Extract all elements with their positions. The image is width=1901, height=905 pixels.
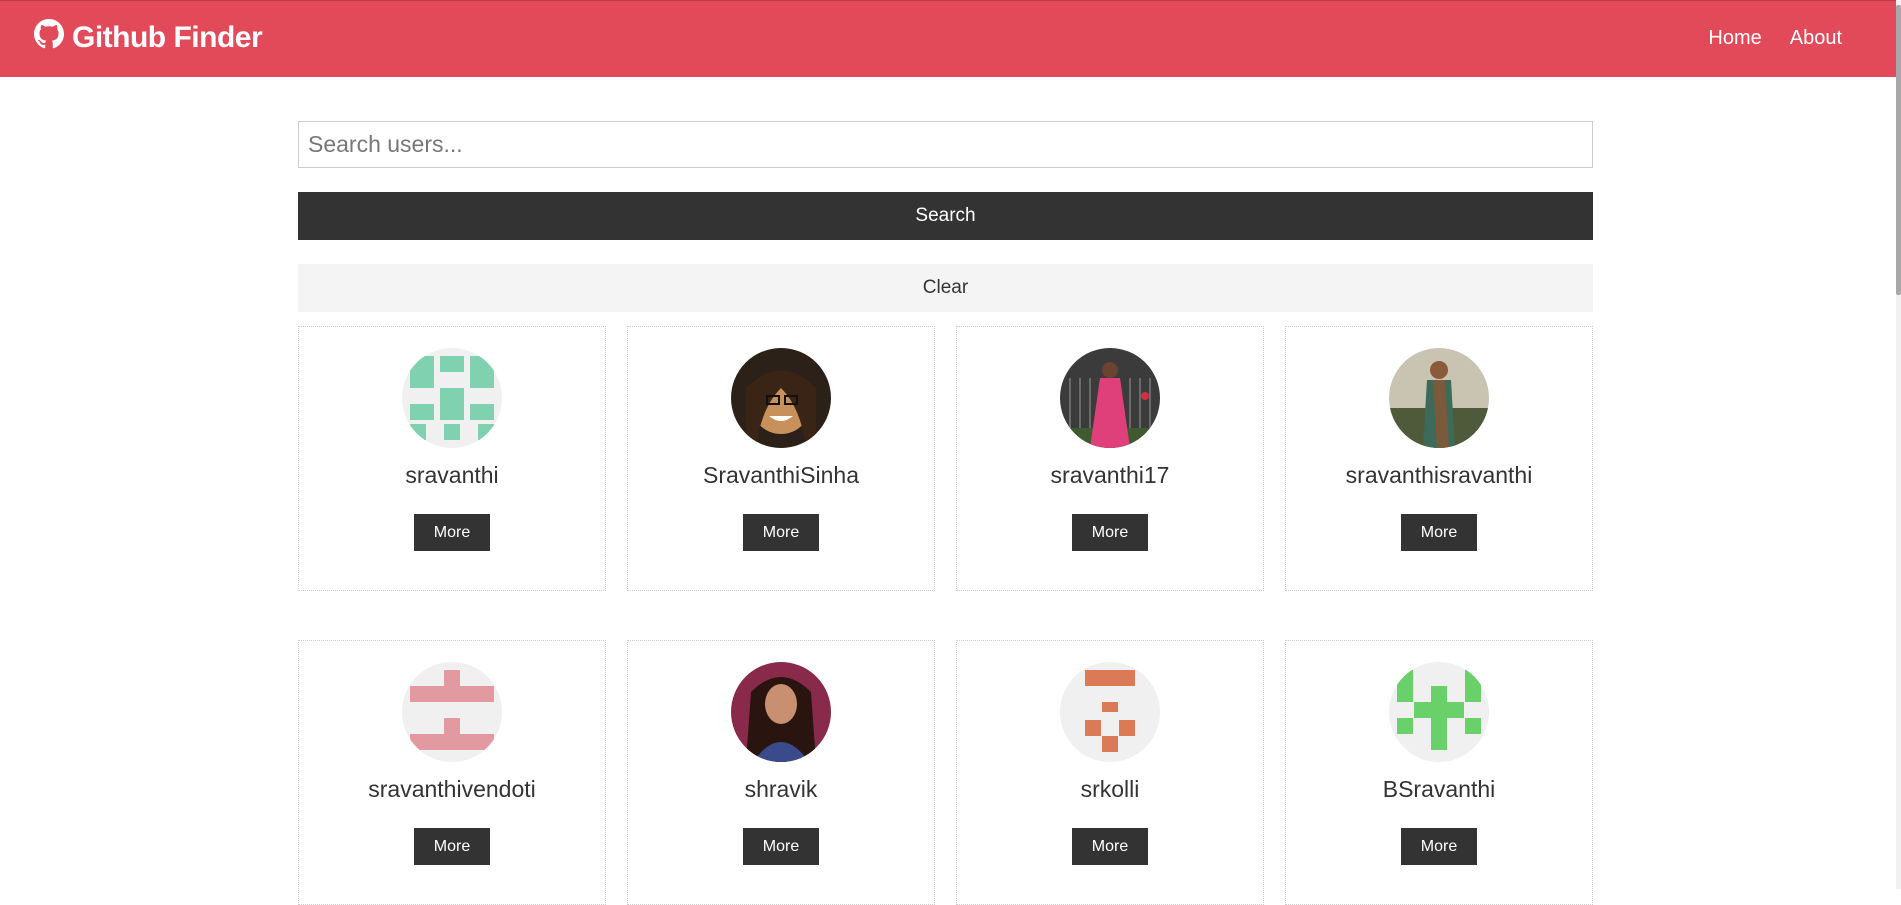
github-icon bbox=[34, 19, 72, 57]
more-button[interactable]: More bbox=[1071, 828, 1149, 865]
user-avatar bbox=[402, 348, 502, 448]
username: srkolli bbox=[1080, 776, 1140, 802]
search-input[interactable] bbox=[298, 121, 1593, 168]
user-card: sravanthi17 More bbox=[956, 326, 1264, 591]
more-button[interactable]: More bbox=[742, 514, 820, 551]
more-button[interactable]: More bbox=[1071, 514, 1149, 551]
user-card: sravanthivendoti More bbox=[298, 640, 606, 905]
username: shravik bbox=[744, 776, 818, 802]
username: sravanthi17 bbox=[1050, 462, 1170, 488]
user-avatar bbox=[1389, 348, 1489, 448]
brand[interactable]: Github Finder bbox=[34, 19, 263, 57]
clear-button[interactable]: Clear bbox=[298, 264, 1593, 312]
nav-home-link[interactable]: Home bbox=[1708, 27, 1761, 50]
user-card: sravanthisravanthi More bbox=[1285, 326, 1593, 591]
user-avatar bbox=[731, 662, 831, 762]
users-grid: sravanthi More SravanthiSinha More srava… bbox=[298, 326, 1593, 905]
more-button[interactable]: More bbox=[413, 514, 491, 551]
more-button[interactable]: More bbox=[1400, 828, 1478, 865]
username: sravanthivendoti bbox=[368, 776, 536, 802]
user-avatar bbox=[731, 348, 831, 448]
user-card: sravanthi More bbox=[298, 326, 606, 591]
user-avatar bbox=[1389, 662, 1489, 762]
scrollbar[interactable] bbox=[1896, 0, 1901, 889]
nav-links: Home About bbox=[1708, 27, 1842, 50]
user-avatar bbox=[1060, 348, 1160, 448]
search-button[interactable]: Search bbox=[298, 192, 1593, 240]
username: SravanthiSinha bbox=[703, 462, 859, 488]
more-button[interactable]: More bbox=[742, 828, 820, 865]
username: BSravanthi bbox=[1382, 776, 1496, 802]
main-content: Search Clear sravanthi More bbox=[298, 121, 1593, 905]
user-avatar bbox=[1060, 662, 1160, 762]
brand-title: Github Finder bbox=[72, 21, 263, 54]
more-button[interactable]: More bbox=[1400, 514, 1478, 551]
user-avatar bbox=[402, 662, 502, 762]
user-card: BSravanthi More bbox=[1285, 640, 1593, 905]
nav-about-link[interactable]: About bbox=[1790, 27, 1842, 50]
scrollbar-thumb[interactable] bbox=[1896, 5, 1901, 295]
username: sravanthi bbox=[405, 462, 499, 488]
user-card: SravanthiSinha More bbox=[627, 326, 935, 591]
more-button[interactable]: More bbox=[413, 828, 491, 865]
user-card: srkolli More bbox=[956, 640, 1264, 905]
username: sravanthisravanthi bbox=[1345, 462, 1533, 488]
navbar: Github Finder Home About bbox=[0, 0, 1896, 77]
user-card: shravik More bbox=[627, 640, 935, 905]
